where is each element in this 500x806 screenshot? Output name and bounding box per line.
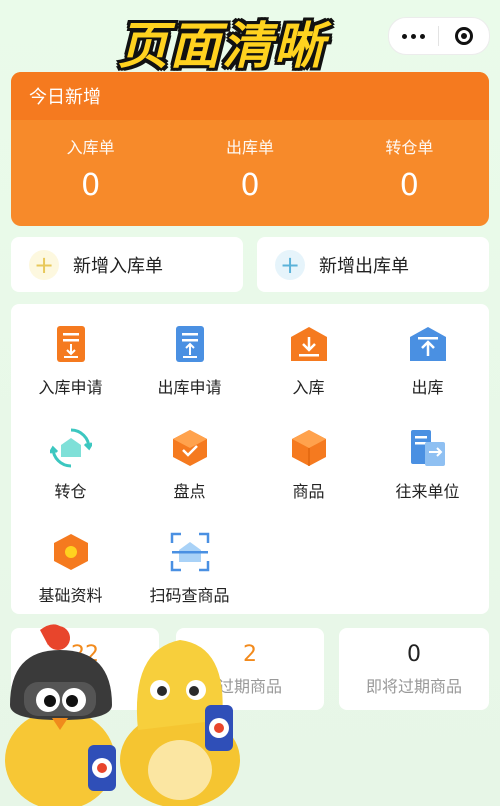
grid-item-label: 出库 — [411, 378, 444, 397]
grid-item-partners[interactable]: 往来单位 — [368, 412, 487, 502]
more-button[interactable] — [389, 18, 438, 54]
plus-icon: + — [275, 249, 305, 280]
inbound-request-icon — [49, 322, 93, 366]
inventory-check-icon — [168, 426, 212, 470]
grid-item-inbound[interactable]: 入库 — [249, 308, 368, 398]
grid-item-label: 往来单位 — [395, 482, 460, 501]
target-ring-icon — [454, 27, 473, 45]
stat-value: 0 — [81, 168, 101, 203]
grid-item-outbound[interactable]: 出库 — [368, 308, 487, 398]
transfer-icon — [49, 426, 93, 470]
mini-program-capsule — [388, 17, 490, 55]
today-summary-card: 今日新增 入库单 0 出库单 0 转仓单 0 — [11, 72, 489, 226]
add-outbound-label: 新增出库单 — [319, 255, 409, 277]
quick-actions: + 新增入库单 + 新增出库单 — [11, 237, 489, 292]
basic-data-icon — [49, 530, 93, 574]
add-outbound-button[interactable]: + 新增出库单 — [257, 237, 489, 292]
top-bar: 页面清晰 — [0, 0, 500, 75]
inbound-icon — [287, 322, 331, 366]
today-card-title: 今日新增 — [11, 72, 489, 120]
stat-number: 0 — [407, 641, 421, 667]
today-stat-outbound[interactable]: 出库单 0 — [170, 120, 329, 226]
grid-item-label: 扫码查商品 — [149, 586, 230, 605]
grid-item-label: 转仓 — [54, 482, 87, 501]
goods-icon — [287, 426, 331, 470]
add-inbound-button[interactable]: + 新增入库单 — [11, 237, 243, 292]
app-screen: 页面清晰 今日新增 入库单 0 出库单 0 转仓单 0 + 新增入库单 + 新增… — [0, 0, 500, 806]
grid-item-outbound-request[interactable]: 出库申请 — [130, 308, 249, 398]
scan-goods-icon — [168, 530, 212, 574]
today-stat-inbound[interactable]: 入库单 0 — [11, 120, 170, 226]
outbound-icon — [406, 322, 450, 366]
stat-value: 0 — [240, 168, 260, 203]
grid-item-label: 商品 — [292, 482, 325, 501]
partners-icon — [406, 426, 450, 470]
grid-item-label: 入库 — [292, 378, 325, 397]
outbound-request-icon — [168, 322, 212, 366]
grid-item-transfer[interactable]: 转仓 — [11, 412, 130, 502]
more-dots-icon — [402, 33, 425, 39]
stat-value: 0 — [399, 168, 419, 203]
grid-item-basic-data[interactable]: 基础资料 — [11, 516, 130, 606]
grid-item-label: 盘点 — [173, 482, 206, 501]
grid-item-scan-goods[interactable]: 扫码查商品 — [130, 516, 249, 606]
stat-label: 入库单 — [66, 138, 115, 157]
grid-item-label: 基础资料 — [38, 586, 103, 605]
grid-item-goods[interactable]: 商品 — [249, 412, 368, 502]
stat-caption: 即将过期商品 — [365, 676, 462, 696]
page-title: 页面清晰 — [118, 17, 326, 75]
stat-label: 转仓单 — [385, 138, 434, 157]
grid-item-inbound-request[interactable]: 入库申请 — [11, 308, 130, 398]
grid-item-label: 出库申请 — [157, 378, 222, 397]
close-button[interactable] — [439, 18, 488, 54]
feature-grid: 入库申请 出库申请 入库 出库 转仓 盘点 商品 往来单位 基础资料 扫码查商品 — [11, 304, 489, 614]
add-inbound-label: 新增入库单 — [73, 255, 163, 277]
grid-item-inventory-check[interactable]: 盘点 — [130, 412, 249, 502]
stat-label: 出库单 — [225, 138, 274, 157]
mascot-illustration — [0, 610, 260, 806]
stat-expiring[interactable]: 0 即将过期商品 — [339, 628, 489, 710]
grid-item-label: 入库申请 — [38, 378, 103, 397]
plus-icon: + — [29, 249, 59, 280]
today-stats: 入库单 0 出库单 0 转仓单 0 — [11, 120, 489, 226]
today-stat-transfer[interactable]: 转仓单 0 — [330, 120, 489, 226]
